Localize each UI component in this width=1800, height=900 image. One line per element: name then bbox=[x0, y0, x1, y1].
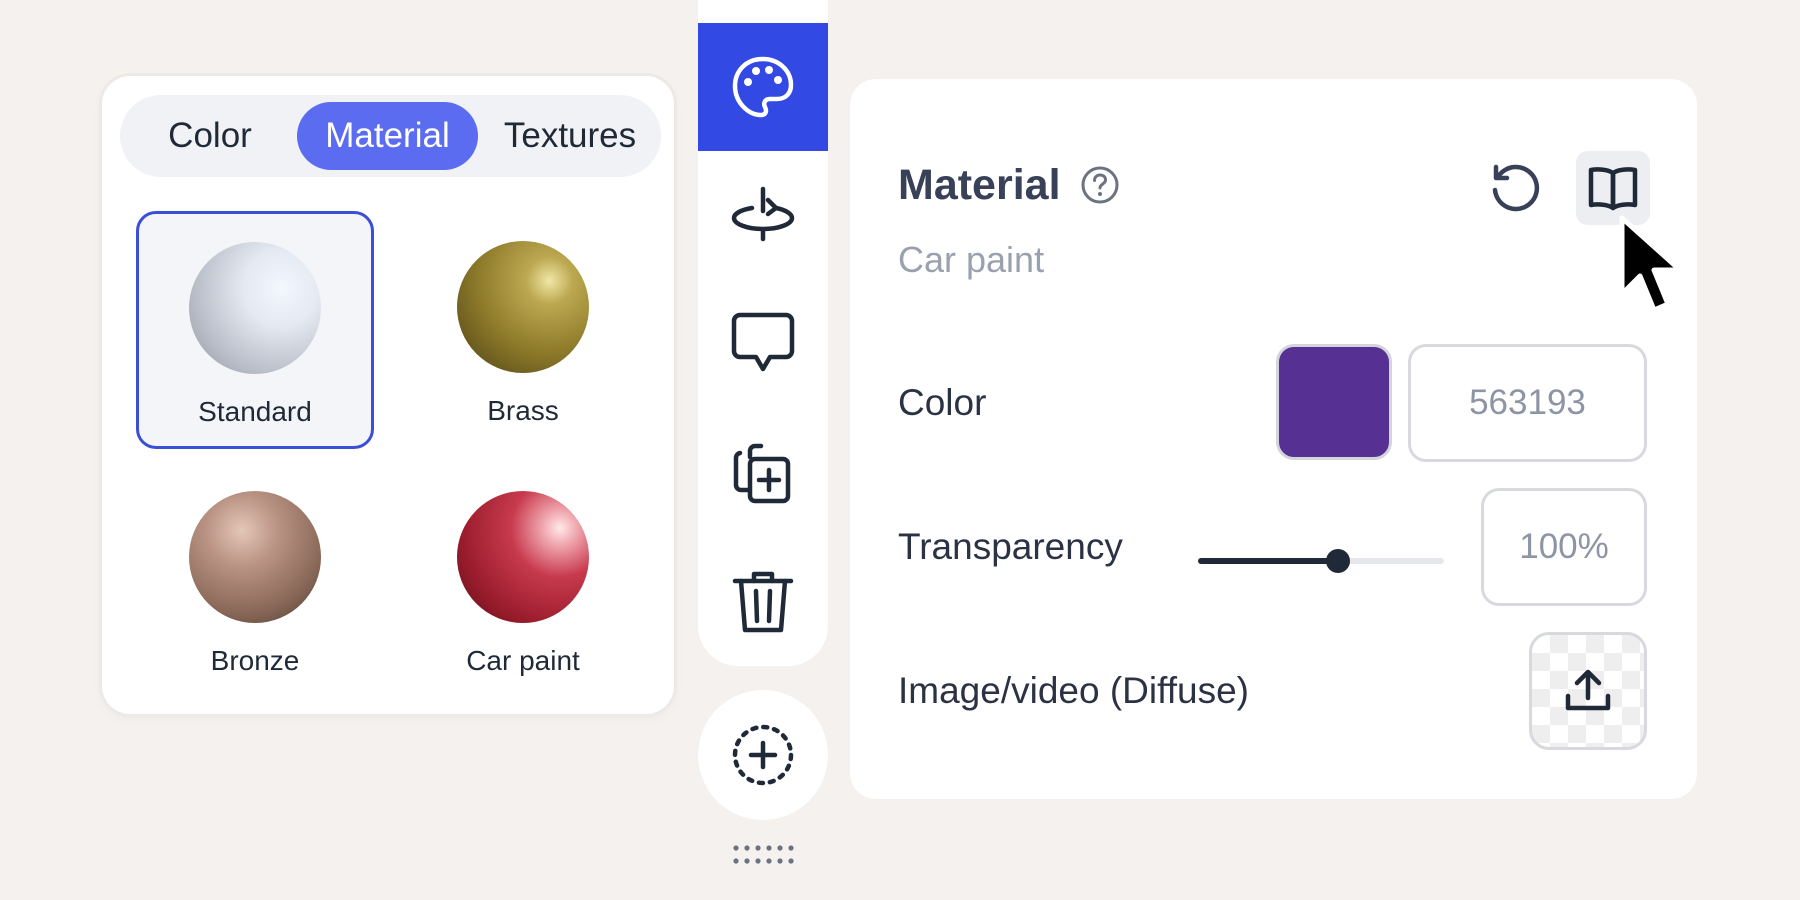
vertical-toolbar bbox=[698, 0, 828, 666]
upload-icon bbox=[1565, 669, 1611, 711]
swatch-label: Brass bbox=[487, 395, 559, 426]
panel-subtitle: Car paint bbox=[898, 239, 1045, 280]
transparency-input[interactable]: 100% bbox=[1481, 488, 1647, 606]
tab-color[interactable]: Color bbox=[128, 102, 292, 170]
slider-thumb[interactable] bbox=[1326, 549, 1351, 573]
swatch-standard[interactable]: Standard bbox=[136, 211, 374, 449]
car-paint-sphere-preview bbox=[457, 491, 589, 623]
swatch-label: Bronze bbox=[210, 645, 300, 676]
image-video-label: Image/video (Diffuse) bbox=[898, 670, 1249, 711]
material-panel: Color Material Textures Standard Brass B… bbox=[102, 76, 674, 714]
duplicate-tool-button[interactable] bbox=[698, 410, 828, 538]
color-hex-input[interactable]: 563193 bbox=[1408, 344, 1647, 462]
tab-textures[interactable]: Textures bbox=[485, 102, 655, 170]
trash-icon bbox=[732, 571, 794, 633]
drag-handle[interactable] bbox=[724, 840, 804, 870]
reset-button[interactable] bbox=[1478, 151, 1552, 225]
add-element-button[interactable] bbox=[698, 690, 828, 820]
palette-tool-button[interactable] bbox=[698, 23, 828, 151]
tab-bar: Color Material Textures bbox=[120, 95, 661, 177]
slider-fill bbox=[1198, 558, 1339, 564]
swatch-car-paint[interactable]: Car paint bbox=[404, 461, 642, 699]
brass-sphere-preview bbox=[457, 241, 589, 373]
reset-icon bbox=[1492, 164, 1540, 212]
properties-panel: Material Car paint Color 563193 Transpar… bbox=[850, 79, 1697, 799]
tab-material[interactable]: Material bbox=[297, 102, 478, 170]
bronze-sphere-preview bbox=[189, 491, 321, 623]
swatch-label: Standard bbox=[198, 396, 312, 427]
book-icon bbox=[1588, 167, 1638, 211]
swatch-label: Car paint bbox=[466, 645, 580, 676]
transparency-label: Transparency bbox=[898, 526, 1123, 567]
swatch-bronze[interactable]: Bronze bbox=[136, 461, 374, 699]
grip-dots-icon bbox=[733, 845, 794, 864]
delete-tool-button[interactable] bbox=[698, 538, 828, 666]
color-swatch[interactable] bbox=[1276, 344, 1392, 460]
add-circle-icon bbox=[732, 724, 794, 786]
color-label: Color bbox=[898, 382, 987, 423]
rotate-icon bbox=[731, 186, 795, 242]
comment-tool-button[interactable] bbox=[698, 278, 828, 406]
standard-sphere-preview bbox=[189, 242, 321, 374]
rotate-tool-button[interactable] bbox=[698, 150, 828, 278]
duplicate-icon bbox=[733, 443, 791, 504]
swatch-brass[interactable]: Brass bbox=[404, 211, 642, 449]
panel-title: Material bbox=[898, 161, 1061, 209]
transparency-slider[interactable] bbox=[1198, 541, 1444, 581]
upload-button[interactable] bbox=[1529, 632, 1647, 750]
palette-icon bbox=[732, 56, 794, 118]
comment-icon bbox=[731, 312, 795, 372]
help-icon[interactable] bbox=[1080, 165, 1120, 205]
mouse-pointer-icon bbox=[1619, 215, 1683, 313]
